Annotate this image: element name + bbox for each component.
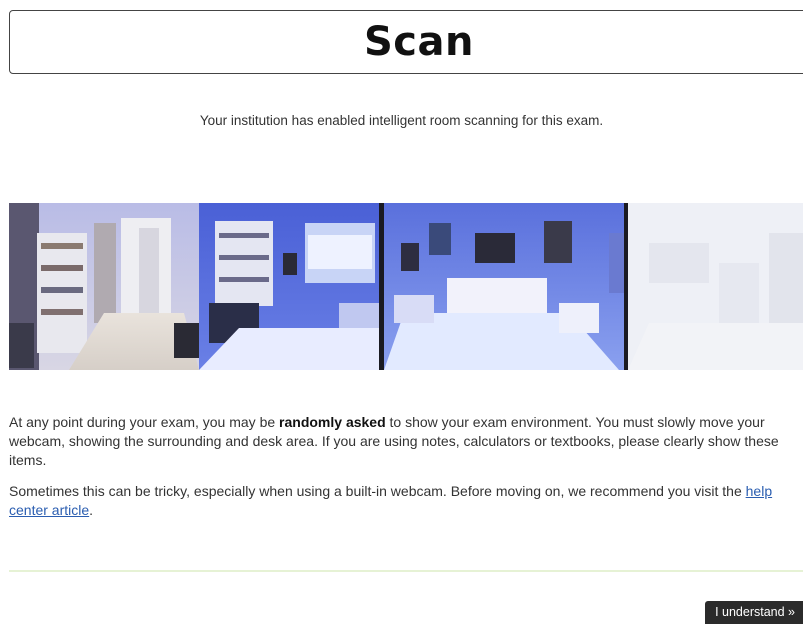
page-title: Scan	[364, 19, 474, 65]
instruction-paragraph-1: At any point during your exam, you may b…	[9, 413, 799, 470]
divider	[9, 570, 803, 572]
p1-bold-text: randomly asked	[279, 414, 386, 430]
title-box: Scan	[9, 10, 803, 74]
instructions: At any point during your exam, you may b…	[9, 413, 799, 532]
i-understand-button[interactable]: I understand »	[705, 601, 803, 624]
room-panorama-image	[9, 203, 803, 370]
intro-text: Your institution has enabled intelligent…	[199, 113, 604, 128]
p2-text-after: .	[89, 502, 94, 518]
p1-text-before: At any point during your exam, you may b…	[9, 414, 280, 430]
p2-text-before: Sometimes this can be tricky, especially…	[9, 483, 746, 499]
scan-page: Scan Your institution has enabled intell…	[0, 0, 803, 624]
instruction-paragraph-2: Sometimes this can be tricky, especially…	[9, 482, 799, 520]
